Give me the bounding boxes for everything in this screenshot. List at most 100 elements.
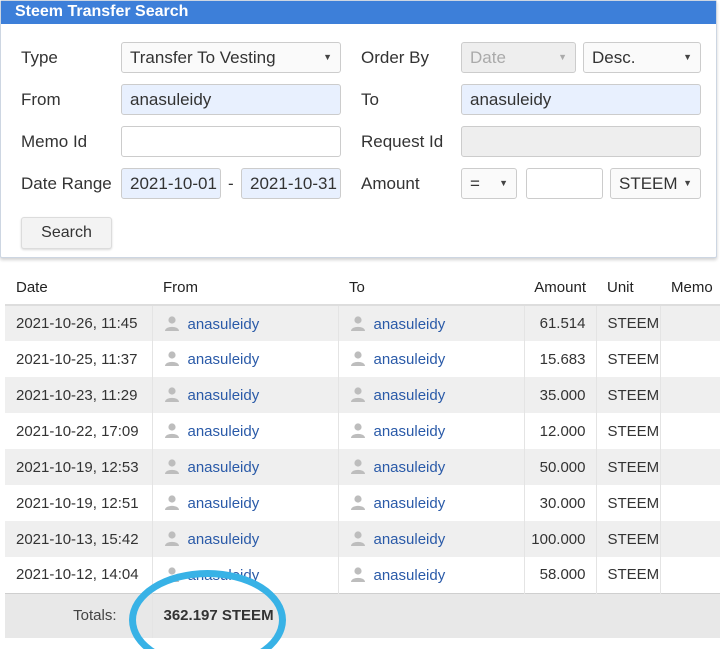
amount-operator-select[interactable]: = ▼ [461,168,517,199]
search-button[interactable]: Search [21,217,112,249]
memo-id-input[interactable] [121,126,341,157]
row-amount: 100.000 [523,521,596,557]
user-icon [350,459,374,476]
row-unit: STEEM [595,557,660,593]
order-by-select[interactable]: Date ▼ [461,42,576,73]
amount-unit-select[interactable]: STEEM ▼ [610,168,701,199]
from-user-link[interactable]: anasuleidy [188,459,260,476]
row-amount: 30.000 [523,485,596,521]
row-amount: 35.000 [523,377,596,413]
from-user-link[interactable]: anasuleidy [188,531,260,548]
from-label: From [21,90,61,109]
order-by-value: Date [470,48,506,67]
totals-label: Totals: [5,592,152,638]
from-user-link[interactable]: anasuleidy [188,387,260,404]
row-memo [659,305,720,341]
user-icon [164,567,188,584]
chevron-down-icon: ▼ [323,52,332,62]
user-icon [350,315,374,333]
to-user-link[interactable]: anasuleidy [374,495,446,512]
row-memo [659,413,720,449]
to-user-link[interactable]: anasuleidy [374,423,446,440]
from-input[interactable]: anasuleidy [121,84,341,115]
table-row: 2021-10-19, 12:51 anasuleidy anasuleidy 30.… [5,485,720,521]
row-from: anasuleidy [151,305,338,341]
from-user-link[interactable]: anasuleidy [188,495,260,512]
type-select-value: Transfer To Vesting [130,48,276,67]
to-user-link[interactable]: anasuleidy [374,351,446,368]
row-unit: STEEM [595,413,660,449]
user-icon [350,423,374,440]
transfers-table: Date From To Amount Unit Memo 2021-10-26… [5,270,720,638]
row-date: 2021-10-12, 14:04 [5,557,152,593]
row-unit: STEEM [595,449,660,485]
row-amount: 61.514 [523,305,596,341]
col-memo-header[interactable]: Memo [660,270,720,306]
from-user-link[interactable]: anasuleidy [188,351,260,368]
table-row: 2021-10-23, 11:29 anasuleidy anasuleidy 35.… [5,377,720,413]
table-header-row: Date From To Amount Unit Memo [5,270,720,306]
from-user-link[interactable]: anasuleidy [188,567,260,584]
row-memo [659,557,720,593]
row-unit: STEEM [595,485,660,521]
request-id-input[interactable] [461,126,701,157]
user-icon [164,531,188,548]
row-date: 2021-10-13, 15:42 [5,521,152,557]
row-to: anasuleidy [337,341,524,377]
col-date-header[interactable]: Date [5,270,152,306]
row-memo [659,521,720,557]
user-icon [350,531,374,548]
row-from: anasuleidy [151,521,338,557]
date-range-separator: - [228,174,234,193]
table-row: 2021-10-13, 15:42 anasuleidy anasuleidy 100… [5,521,720,557]
row-from: anasuleidy [151,449,338,485]
date-from-input[interactable]: 2021-10-01 [121,168,221,199]
user-icon [350,387,374,404]
row-amount: 50.000 [523,449,596,485]
to-user-link[interactable]: anasuleidy [374,316,446,333]
from-user-link[interactable]: anasuleidy [188,316,260,333]
user-icon [164,315,188,333]
table-row: 2021-10-19, 12:53 anasuleidy anasuleidy 50.… [5,449,720,485]
row-to: anasuleidy [337,557,524,593]
col-unit-header[interactable]: Unit [596,270,660,306]
order-by-label: Order By [361,48,430,67]
row-memo [659,485,720,521]
to-input[interactable]: anasuleidy [461,84,701,115]
table-row: 2021-10-12, 14:04 anasuleidy anasuleidy 58.… [5,557,720,593]
from-user-link[interactable]: anasuleidy [188,423,260,440]
row-to: anasuleidy [337,449,524,485]
col-to-header[interactable]: To [338,270,524,306]
to-user-link[interactable]: anasuleidy [374,387,446,404]
sort-direction-select[interactable]: Desc. ▼ [583,42,701,73]
user-icon [164,459,188,476]
to-label: To [361,90,379,109]
to-user-link[interactable]: anasuleidy [374,567,446,584]
col-amount-header[interactable]: Amount [524,270,596,306]
amount-input[interactable] [526,168,603,199]
user-icon [164,387,188,404]
row-date: 2021-10-23, 11:29 [5,377,152,413]
row-memo [659,341,720,377]
type-select[interactable]: Transfer To Vesting ▼ [121,42,341,73]
to-user-link[interactable]: anasuleidy [374,531,446,548]
table-row: 2021-10-25, 11:37 anasuleidy anasuleidy 15.… [5,341,720,377]
amount-label: Amount [361,174,420,193]
col-from-header[interactable]: From [152,270,338,306]
row-unit: STEEM [595,341,660,377]
request-id-label: Request Id [361,132,444,151]
row-from: anasuleidy [151,341,338,377]
user-icon [164,495,188,512]
panel-title: Steem Transfer Search [1,1,716,24]
date-to-input[interactable]: 2021-10-31 [241,168,341,199]
row-amount: 58.000 [523,557,596,593]
row-from: anasuleidy [151,413,338,449]
to-user-link[interactable]: anasuleidy [374,459,446,476]
user-icon [350,495,374,512]
row-date: 2021-10-26, 11:45 [5,305,152,341]
row-to: anasuleidy [337,413,524,449]
user-icon [350,567,374,584]
date-range-label: Date Range [21,174,112,193]
row-to: anasuleidy [337,305,524,341]
chevron-down-icon: ▼ [499,178,508,188]
